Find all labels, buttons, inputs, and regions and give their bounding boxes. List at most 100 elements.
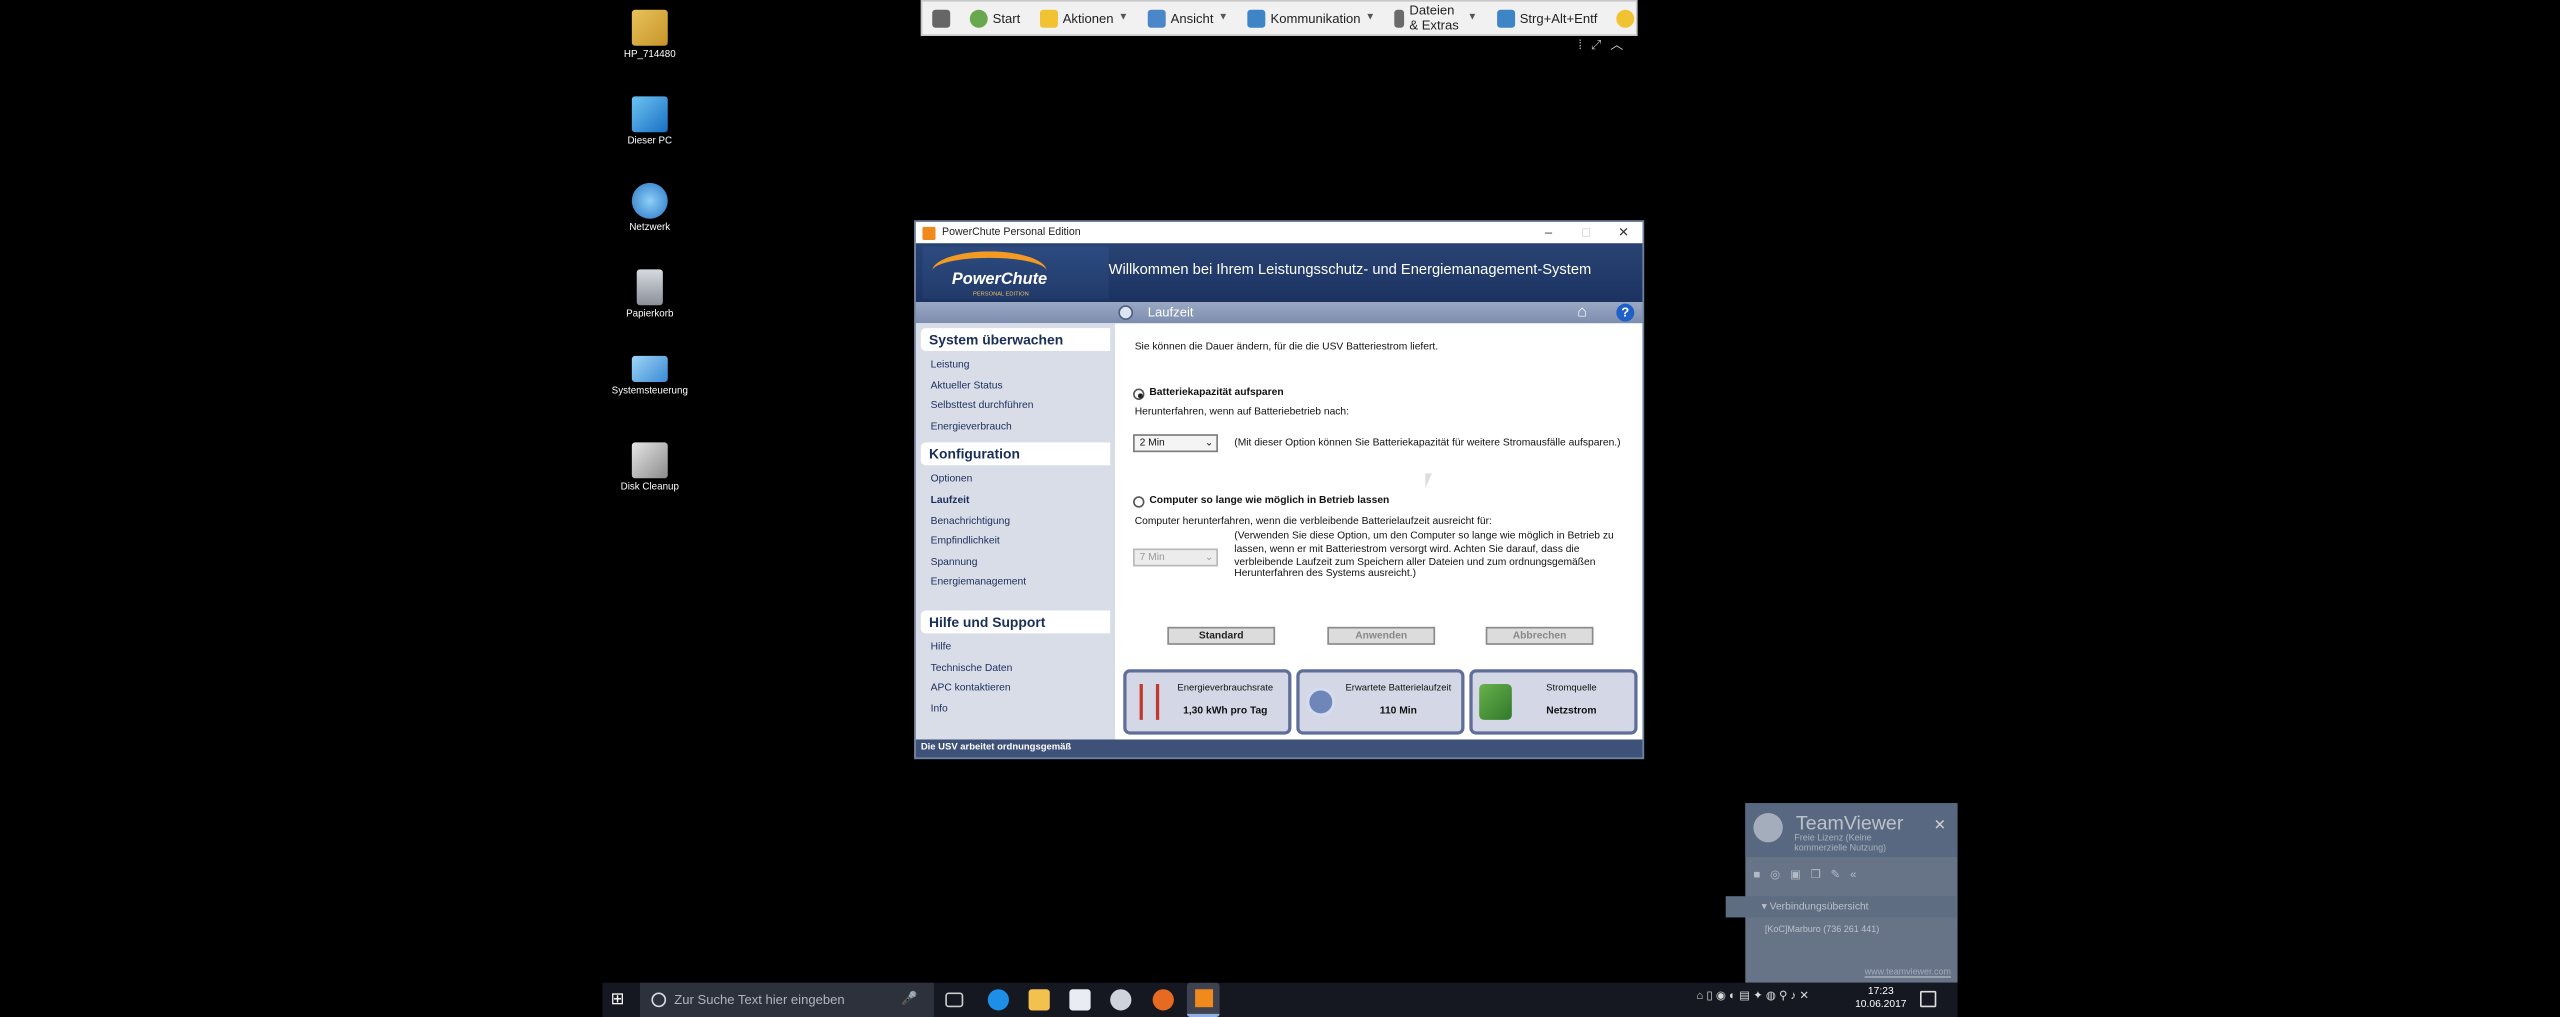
minimize-button[interactable]: – [1530, 225, 1568, 240]
desktop-icon-label: Dieser PC [627, 137, 673, 147]
standard-button[interactable]: Standard [1167, 626, 1276, 645]
desktop-icon-dieser-pc[interactable]: Dieser PC [601, 96, 699, 147]
sidebar-item-benachrichtigung[interactable]: Benachrichtigung [916, 512, 1115, 533]
toolbar-cad-label: Strg+Alt+Entf [1519, 10, 1598, 26]
teamviewer-link[interactable]: www.teamviewer.com [1865, 968, 1951, 978]
feedback-button[interactable] [1607, 0, 1645, 36]
shutdown-after-select[interactable]: 2 Min ⌄ [1133, 434, 1218, 453]
pen-icon[interactable]: ✎ [1831, 870, 1850, 881]
view-icon [1147, 8, 1166, 27]
disk-cleanup-icon [631, 442, 668, 479]
powerchute-app-icon [1194, 989, 1213, 1008]
clock[interactable]: 17:23 10.06.2017 [1853, 986, 1909, 1012]
file-explorer-icon[interactable] [1028, 989, 1050, 1011]
headset-icon[interactable]: ◎ [1770, 870, 1790, 881]
teamviewer-panel: TeamViewer Freie Lizenz (Keine kommerzie… [1725, 803, 1958, 983]
banner: PowerChute PERSONAL EDITION Willkommen b… [915, 243, 1643, 302]
teamviewer-tools: ■◎▣❐✎« [1753, 868, 1866, 881]
wire-sphere-icon[interactable] [1110, 989, 1132, 1011]
desktop-icon-hp[interactable]: HP_714480 [601, 9, 699, 61]
sidebar-item-info[interactable]: Info [916, 700, 1115, 721]
sidebar-item-energiemanagement[interactable]: Energiemanagement [916, 574, 1115, 595]
task-view-icon[interactable] [945, 992, 964, 1008]
toolbar-dateien-label: Dateien & Extras [1409, 3, 1459, 33]
toolbar-ansicht[interactable]: Ansicht ▼ [1138, 0, 1238, 36]
connection-partner[interactable]: [KoC]Marburo (736 261 441) [1742, 926, 1879, 936]
search-box[interactable]: Zur Suche Text hier eingeben 🎤 [639, 982, 934, 1017]
sidebar-item-selbsttest[interactable]: Selbsttest durchführen [916, 397, 1115, 418]
collapse-icon[interactable]: ︿ [1610, 36, 1623, 54]
sidebar-item-empfindlichkeit[interactable]: Empfindlichkeit [916, 532, 1115, 553]
clock-icon [1118, 305, 1134, 320]
close-connection-icon [932, 8, 951, 27]
power-source-card: Stromquelle Netzstrom [1469, 669, 1638, 735]
firefox-icon[interactable] [1152, 989, 1174, 1011]
computer-icon [631, 96, 668, 133]
remote-toolbar: Start Aktionen ▼ Ansicht ▼ Kommunikation ▼ … [920, 0, 1638, 36]
sidebar-item-laufzeit[interactable]: Laufzeit [916, 491, 1115, 512]
maximize-button[interactable]: □ [1567, 225, 1605, 240]
sidebar-item-optionen[interactable]: Optionen [916, 471, 1115, 492]
toolbar-ctrl-alt-del[interactable]: Strg+Alt+Entf [1487, 0, 1607, 36]
smiley-icon [1616, 8, 1635, 27]
toolbar-aktionen[interactable]: Aktionen ▼ [1030, 0, 1138, 36]
section-header: Laufzeit ⌂ ? [915, 301, 1643, 324]
toolbar-kommunikation-label: Kommunikation [1270, 10, 1361, 26]
chat-icon[interactable]: ▣ [1790, 870, 1811, 881]
desktop-icon-papierkorb[interactable]: Papierkorb [601, 269, 699, 320]
toolbar-kommunikation[interactable]: Kommunikation ▼ [1238, 0, 1385, 36]
app-logo-icon [922, 226, 936, 240]
sidebar-item-spannung[interactable]: Spannung [916, 553, 1115, 574]
taskbar: ⊞ Zur Suche Text hier eingeben 🎤 ⌂ ▯ ◉ ◐… [602, 982, 1958, 1017]
collapse-icon[interactable]: « [1850, 870, 1866, 881]
shutdown-after-value: 2 Min [1139, 437, 1165, 449]
sidebar-item-hilfe[interactable]: Hilfe [916, 638, 1115, 659]
option2-sub: Computer herunterfahren, wenn die verble… [1134, 515, 1492, 528]
help-icon[interactable]: ? [1616, 303, 1635, 322]
sidebar-item-leistung[interactable]: Leistung [916, 356, 1115, 377]
connection-overview-header[interactable]: ▾ Verbindungsübersicht [1725, 896, 1958, 918]
chevron-down-icon: ▼ [1118, 13, 1129, 23]
desktop-icon-label: Disk Cleanup [620, 483, 679, 493]
powerchute-logo: PowerChute PERSONAL EDITION [922, 246, 1109, 299]
sidebar-item-apc-kontakt[interactable]: APC kontaktieren [916, 679, 1115, 700]
remaining-runtime-select[interactable]: 7 Min ⌄ [1133, 548, 1218, 567]
toolbar-aktionen-label: Aktionen [1062, 10, 1114, 26]
toolbar-start[interactable]: Start [960, 0, 1030, 36]
logo-name: PowerChute [951, 270, 1048, 289]
close-button[interactable]: ✕ [1605, 225, 1643, 240]
toolbar-start-label: Start [992, 10, 1021, 26]
grip-icon[interactable]: ⁞ [1578, 38, 1582, 53]
sidebar-item-technische-daten[interactable]: Technische Daten [916, 659, 1115, 680]
close-connection-button[interactable] [922, 0, 960, 36]
video-icon[interactable]: ■ [1753, 870, 1770, 881]
option1-label[interactable]: Batteriekapazität aufsparen [1149, 387, 1283, 398]
option2-label[interactable]: Computer so lange wie möglich in Betrieb… [1149, 495, 1389, 506]
battery-runtime-card: Erwartete Batterielaufzeit 110 Min [1296, 669, 1465, 735]
fullscreen-icon[interactable]: ⤢ [1591, 37, 1601, 53]
energy-rate-label: Energieverbrauchsrate [1177, 683, 1274, 694]
sidebar-item-aktueller-status[interactable]: Aktueller Status [916, 376, 1115, 397]
desktop-icon-netzwerk[interactable]: Netzwerk [601, 182, 699, 233]
close-icon[interactable]: ✕ [1934, 816, 1946, 834]
window-title: PowerChute Personal Edition [942, 226, 1081, 239]
copy-icon[interactable]: ❐ [1811, 870, 1831, 881]
system-tray[interactable]: ⌂ ▯ ◉ ◐ ▤ ✦ ◍ ⚲ ♪ ✕ [1696, 989, 1809, 1002]
windows-start-icon[interactable]: ⊞ [611, 991, 629, 1009]
desktop-icon-systemsteuerung[interactable]: Systemsteuerung [601, 355, 699, 397]
sidebar-item-energieverbrauch[interactable]: Energieverbrauch [916, 418, 1115, 439]
radio-save-battery[interactable] [1133, 388, 1145, 400]
edge-icon[interactable] [987, 989, 1009, 1011]
phone-icon [1247, 8, 1266, 27]
chevron-down-icon: ▼ [1365, 13, 1376, 23]
microphone-icon[interactable]: 🎤 [901, 991, 917, 1006]
apply-button[interactable]: Anwenden [1327, 626, 1436, 645]
toolbar-dateien[interactable]: Dateien & Extras ▼ [1385, 0, 1487, 36]
notification-icon[interactable] [1919, 990, 1937, 1008]
desktop-icon-disk-cleanup[interactable]: Disk Cleanup [601, 442, 699, 493]
store-icon[interactable] [1069, 989, 1091, 1011]
powerchute-taskbar-button[interactable] [1186, 982, 1220, 1017]
cancel-button[interactable]: Abbrechen [1485, 626, 1594, 645]
home-icon[interactable]: ⌂ [1577, 304, 1595, 322]
radio-keep-running[interactable] [1133, 496, 1145, 508]
